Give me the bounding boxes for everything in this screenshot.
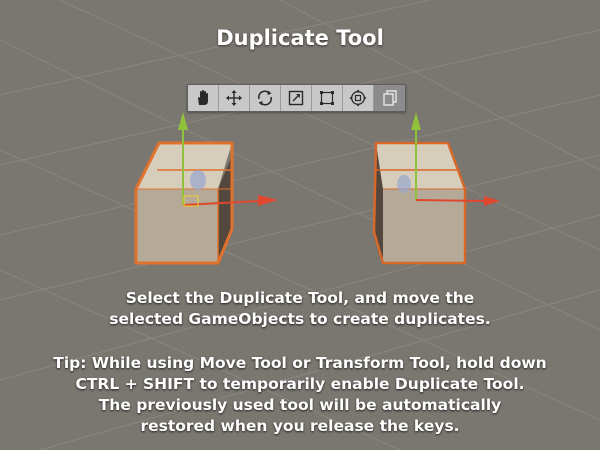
cube-original-figure — [190, 170, 206, 190]
cube-duplicate-figure — [397, 175, 411, 193]
instruction-line-2: selected GameObjects to create duplicate… — [109, 310, 491, 328]
tip-line-3: The previously used tool will be automat… — [98, 396, 502, 414]
tip-line-4: restored when you release the keys. — [140, 417, 460, 435]
instruction-text: Select the Duplicate Tool, and move the … — [0, 288, 600, 330]
cube-duplicate[interactable] — [372, 141, 467, 265]
instruction-line-1: Select the Duplicate Tool, and move the — [125, 289, 475, 307]
tip-line-1: Tip: While using Move Tool or Transform … — [53, 354, 547, 372]
tip-line-2: CTRL + SHIFT to temporarily enable Dupli… — [75, 375, 525, 393]
tip-text: Tip: While using Move Tool or Transform … — [0, 353, 600, 437]
